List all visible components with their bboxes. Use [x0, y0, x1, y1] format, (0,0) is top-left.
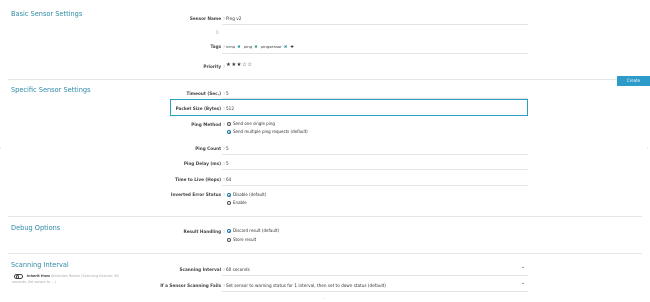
bottom-edge-dot: ·: [323, 296, 325, 301]
section-title-scanning: Scanning Interval: [11, 261, 69, 269]
ttl-underline: [222, 185, 528, 186]
result-handling-label: Result Handling?: [183, 229, 225, 234]
help-icon[interactable]: ?: [223, 268, 225, 272]
priority-stars[interactable]: ★★★☆☆: [226, 62, 253, 68]
help-icon[interactable]: ?: [223, 193, 225, 197]
timeout-label: Timeout (Sec.)?: [186, 91, 226, 96]
ping-method-label: Ping Method?: [191, 122, 225, 127]
tag-ping: ping: [243, 44, 253, 49]
section-title-basic: Basic Sensor Settings: [11, 10, 83, 18]
radio-button-selected[interactable]: [227, 193, 231, 197]
scanning-interval-underline: [222, 275, 528, 276]
priority-label: Priority?: [203, 64, 225, 69]
result-handling-option-discard[interactable]: Discard result (default): [227, 228, 279, 233]
section-divider: [8, 79, 642, 80]
add-tag-icon[interactable]: ✚: [291, 44, 294, 49]
inverted-option-disable[interactable]: Disable (default): [227, 192, 266, 197]
section-title-specific: Specific Sensor Settings: [11, 86, 91, 94]
help-icon[interactable]: ?: [223, 284, 225, 288]
scanning-interval-select[interactable]: 60 seconds: [226, 267, 250, 272]
section-divider: [8, 253, 642, 254]
help-icon[interactable]: ?: [223, 178, 225, 182]
ping-delay-underline: [222, 169, 528, 170]
radio-button[interactable]: [227, 122, 231, 126]
remove-tag-icon[interactable]: ✖: [254, 44, 257, 49]
parent-tags-value: 0: [216, 30, 219, 35]
inverted-label: Inverted Error Status?: [170, 192, 225, 197]
top-edge-dot: ·: [323, 0, 324, 2]
ping-count-input[interactable]: 5: [226, 146, 229, 151]
scanning-fails-select[interactable]: Set sensor to warning status for 1 inter…: [226, 283, 386, 288]
scanning-fails-label: If a Sensor Scanning Fails?: [160, 283, 225, 288]
inherit-toggle[interactable]: [14, 274, 23, 279]
help-icon[interactable]: ?: [223, 45, 225, 49]
section-divider: [8, 216, 642, 217]
radio-button[interactable]: [227, 201, 231, 205]
inverted-option-enable[interactable]: Enable: [227, 200, 247, 205]
chevron-down-icon[interactable]: ⌄: [521, 264, 525, 270]
remove-tag-icon[interactable]: ✖: [284, 44, 287, 49]
help-icon[interactable]: ?: [223, 162, 225, 166]
help-icon[interactable]: ?: [223, 123, 225, 127]
scanning-fails-underline: [222, 291, 528, 292]
ping-method-option-single[interactable]: Send one single ping: [227, 121, 275, 126]
help-icon[interactable]: ?: [223, 92, 225, 96]
toggle-knob: [15, 275, 19, 279]
help-icon[interactable]: ?: [223, 107, 225, 111]
tag-icmp: icmp: [226, 44, 236, 49]
packet-size-input[interactable]: 512: [226, 106, 234, 111]
ttl-input[interactable]: 64: [226, 177, 231, 182]
help-icon[interactable]: ?: [223, 147, 225, 151]
timeout-input[interactable]: 5: [226, 91, 229, 96]
help-icon[interactable]: ?: [223, 230, 225, 234]
create-button[interactable]: Create: [617, 76, 650, 86]
radio-button-selected[interactable]: [227, 130, 231, 134]
right-edge-dot: ·: [647, 146, 649, 151]
radio-button-selected[interactable]: [227, 229, 231, 233]
scanning-interval-label: Scanning Interval?: [179, 267, 225, 272]
remove-tag-icon[interactable]: ✖: [237, 44, 240, 49]
help-icon[interactable]: ?: [223, 65, 225, 69]
inherit-text-line2: seconds, Set sensor to ...): [12, 280, 57, 284]
ping-method-option-multiple[interactable]: Send multiple ping requests (default): [227, 129, 308, 134]
tags-underline: [222, 53, 528, 54]
ping-delay-input[interactable]: 5: [226, 161, 229, 166]
help-icon[interactable]: ?: [223, 17, 225, 21]
ping-delay-label: Ping Delay (ms)?: [183, 161, 225, 166]
tags-input[interactable]: icmp ✖ ping ✖ pingsensor ✖ ✚: [226, 44, 296, 49]
result-handling-option-store[interactable]: Store result: [227, 237, 256, 242]
tags-label: Tags?: [210, 44, 225, 49]
section-title-debug: Debug Options: [11, 224, 61, 232]
packet-size-label: Packet Size (Bytes)?: [175, 106, 225, 111]
tag-pingsensor: pingsensor: [260, 44, 282, 49]
sensor-name-underline: [222, 24, 528, 25]
ping-count-label: Ping Count?: [195, 146, 225, 151]
inherit-text: inherit from Attributes Router (Scanning…: [27, 274, 119, 278]
ping-count-underline: [222, 154, 528, 155]
radio-button[interactable]: [227, 238, 231, 242]
sensor-name-input[interactable]: Ping v2: [226, 16, 241, 21]
ttl-label: Time to Live (Hops)?: [174, 177, 225, 182]
sensor-name-label: Sensor Name?: [189, 16, 225, 21]
chevron-down-icon[interactable]: ⌄: [521, 280, 525, 286]
left-edge-dot: ·: [0, 146, 2, 151]
